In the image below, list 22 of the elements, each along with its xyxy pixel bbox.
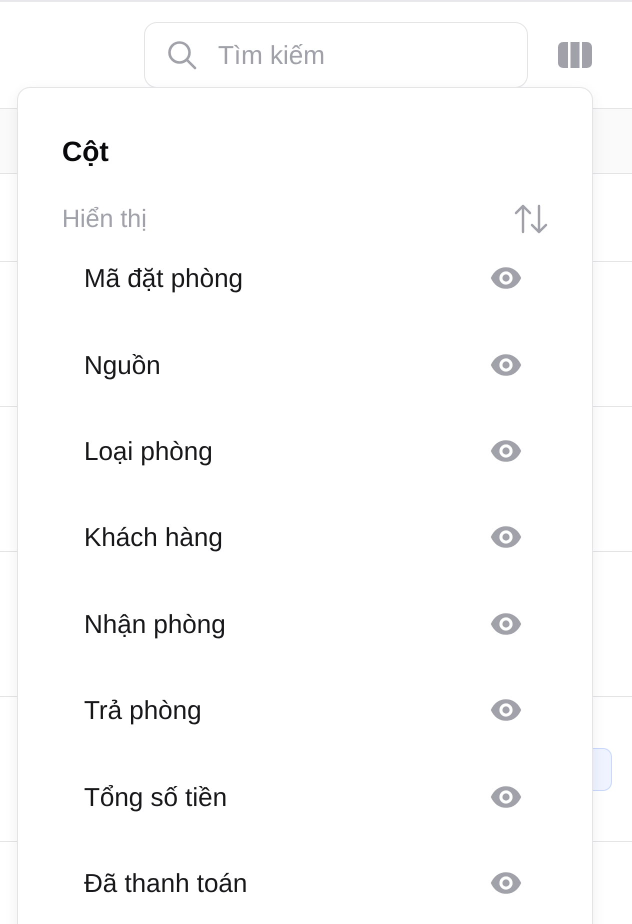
columns-icon[interactable]	[558, 42, 592, 68]
eye-icon[interactable]	[490, 438, 522, 463]
search-field[interactable]: Tìm kiếm	[144, 22, 528, 88]
popover-title: Cột	[62, 135, 109, 169]
eye-icon[interactable]	[490, 784, 522, 809]
eye-icon[interactable]	[490, 352, 522, 377]
column-name: Đã thanh toán	[84, 866, 248, 899]
sort-icon[interactable]	[514, 204, 548, 234]
eye-icon[interactable]	[490, 266, 522, 290]
column-name: Nhận phòng	[84, 608, 226, 640]
column-name: Trả phòng	[84, 694, 202, 726]
column-name: Khách hàng	[84, 521, 223, 554]
eye-icon[interactable]	[490, 698, 522, 722]
column-name: Tổng số tiền	[84, 780, 228, 813]
eye-icon[interactable]	[490, 870, 522, 895]
column-name: Mã đặt phòng	[84, 262, 244, 294]
section-label: Hiển thị	[62, 204, 147, 235]
column-name: Loại phòng	[84, 434, 213, 467]
eye-icon[interactable]	[490, 612, 522, 636]
eye-icon[interactable]	[490, 525, 522, 550]
column-name: Nguồn	[84, 348, 161, 381]
search-icon	[167, 40, 197, 70]
